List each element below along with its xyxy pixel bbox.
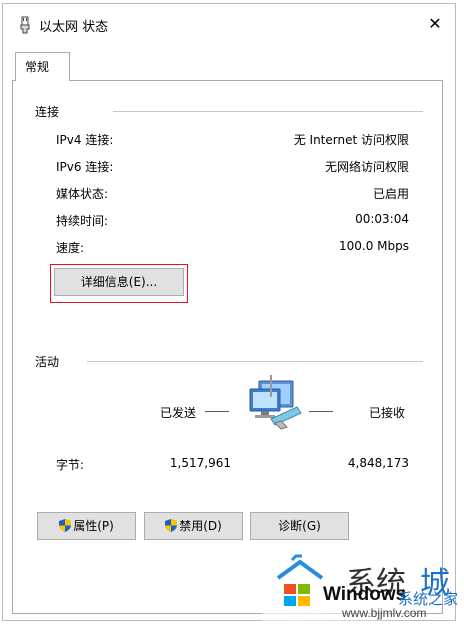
ipv6-value: 无网络访问权限 [324,160,409,174]
watermark-url: www.bjjmlv.com [342,606,427,620]
close-button[interactable]: ✕ [415,4,455,44]
uac-shield-icon [59,519,72,532]
tab-strip: 常规 [3,52,455,81]
details-button[interactable]: 详细信息(E)... [54,268,184,296]
received-dash [309,411,333,412]
properties-button-label: 属性(P) [73,519,114,533]
network-adapter-icon [20,16,30,34]
diagnose-button-label: 诊断(G) [278,519,321,533]
speed-value: 100.0 Mbps [338,239,409,253]
uac-shield-icon [165,519,178,532]
sent-dash [205,411,229,412]
disable-button[interactable]: 禁用(D) [144,512,243,540]
connection-group-label: 连接 [35,103,60,120]
properties-button[interactable]: 属性(P) [37,512,136,540]
window-title: 以太网 状态 [39,20,109,35]
activity-group-divider [87,361,423,362]
tab-general-label: 常规 [25,60,50,74]
details-button-label: 详细信息(E)... [80,275,158,289]
activity-separator [270,375,272,397]
bytes-sent-value: 1,517,961 [169,456,231,470]
close-icon: ✕ [428,14,442,33]
ipv6-label: IPv6 连接: [56,160,114,174]
activity-group-label: 活动 [35,353,60,370]
received-label: 已接收 [369,406,406,420]
media-state-value: 已启用 [372,187,409,201]
speed-label: 速度: [56,241,85,255]
bytes-received-value: 4,848,173 [347,456,409,470]
general-tab-panel: 连接 IPv4 连接: 无 Internet 访问权限 IPv6 连接: 无网络… [12,80,443,614]
diagnose-button[interactable]: 诊断(G) [250,512,349,540]
title-bar: 以太网 状态 ✕ [3,4,455,44]
network-activity-icon [249,380,302,430]
tab-general[interactable]: 常规 [15,52,70,81]
connection-group-divider [113,111,423,112]
watermark-brand: Windows [323,584,407,605]
bytes-label: 字节: [56,458,85,472]
duration-value: 00:03:04 [355,212,409,226]
ipv4-label: IPv4 连接: [56,133,114,147]
disable-button-label: 禁用(D) [179,519,222,533]
duration-label: 持续时间: [56,214,109,228]
media-state-label: 媒体状态: [56,187,109,201]
ipv4-value: 无 Internet 访问权限 [293,133,409,147]
ethernet-status-dialog: 以太网 状态 ✕ 常规 连接 IPv4 连接: 无 Internet 访问权限 … [2,3,456,621]
sent-label: 已发送 [160,406,197,420]
